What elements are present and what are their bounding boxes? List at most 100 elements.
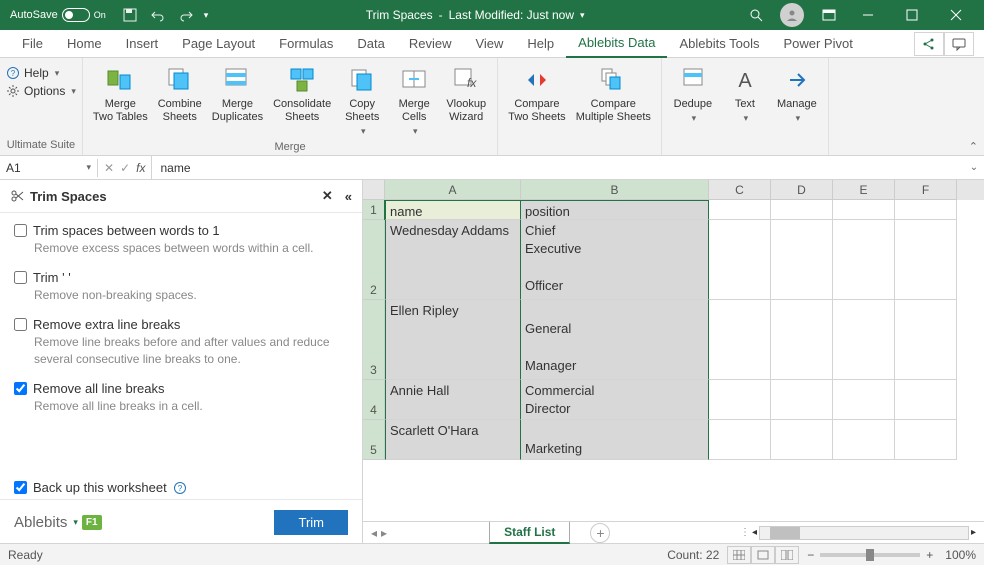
options-button[interactable]: Options▾: [6, 84, 76, 98]
tab-home[interactable]: Home: [55, 30, 114, 57]
column-header[interactable]: D: [771, 180, 833, 200]
spreadsheet-grid[interactable]: ABCDEF 1nameposition2Wednesday AddamsChi…: [363, 180, 984, 521]
fx-icon[interactable]: fx: [136, 161, 145, 175]
cell[interactable]: Chief Executive Officer: [521, 220, 709, 300]
trim-button[interactable]: Trim: [274, 510, 348, 535]
sheet-tab[interactable]: Staff List: [489, 522, 570, 544]
cell[interactable]: [833, 380, 895, 420]
ablebits-brand[interactable]: Ablebits▾ F1: [14, 514, 102, 531]
cell[interactable]: [709, 380, 771, 420]
option-2[interactable]: Remove extra line breaks: [14, 317, 348, 332]
maximize-button[interactable]: [892, 1, 932, 29]
cell[interactable]: [833, 200, 895, 220]
consolidate-sheets-button[interactable]: Consolidate Sheets: [269, 62, 335, 126]
tab-power-pivot[interactable]: Power Pivot: [771, 30, 864, 57]
cell[interactable]: Wednesday Addams: [385, 220, 521, 300]
cell[interactable]: [709, 220, 771, 300]
close-button[interactable]: [936, 1, 976, 29]
cell[interactable]: [771, 300, 833, 380]
cell[interactable]: [833, 220, 895, 300]
cell[interactable]: Scarlett O'Hara: [385, 420, 521, 460]
column-header[interactable]: E: [833, 180, 895, 200]
compare-multiple-sheets-button[interactable]: Compare Multiple Sheets: [572, 62, 655, 126]
share-button[interactable]: [914, 32, 944, 56]
combine-sheets-button[interactable]: Combine Sheets: [154, 62, 206, 126]
tab-review[interactable]: Review: [397, 30, 464, 57]
tab-ablebits-tools[interactable]: Ablebits Tools: [667, 30, 771, 57]
merge-two-tables-button[interactable]: Merge Two Tables: [89, 62, 152, 126]
page-break-view-icon[interactable]: [775, 546, 799, 564]
add-sheet-button[interactable]: +: [590, 523, 610, 543]
ribbon-display-options-icon[interactable]: [814, 8, 844, 22]
row-header[interactable]: 2: [363, 220, 385, 300]
collapse-ribbon-icon[interactable]: ⌃: [969, 140, 978, 153]
cell[interactable]: [895, 300, 957, 380]
cell[interactable]: [709, 420, 771, 460]
tab-help[interactable]: Help: [515, 30, 566, 57]
sheet-nav-next-icon[interactable]: ▸: [381, 526, 387, 540]
backup-checkbox[interactable]: Back up this worksheet ?: [14, 480, 348, 495]
text-button[interactable]: AText▾: [720, 62, 770, 126]
page-layout-view-icon[interactable]: [751, 546, 775, 564]
scroll-left-icon[interactable]: ◂: [752, 527, 757, 538]
row-header[interactable]: 5: [363, 420, 385, 460]
cell[interactable]: [833, 420, 895, 460]
enter-formula-icon[interactable]: ✓: [120, 161, 130, 175]
autosave-toggle[interactable]: AutoSave On: [4, 8, 112, 22]
cell[interactable]: Annie Hall: [385, 380, 521, 420]
cell[interactable]: [895, 220, 957, 300]
scroll-right-icon[interactable]: ▸: [971, 527, 976, 538]
vlookup-wizard-button[interactable]: fxVlookup Wizard: [441, 62, 491, 126]
tab-formulas[interactable]: Formulas: [267, 30, 345, 57]
row-header[interactable]: 3: [363, 300, 385, 380]
cell[interactable]: [709, 300, 771, 380]
zoom-slider[interactable]: [820, 553, 920, 557]
collapse-pane-icon[interactable]: «: [345, 189, 352, 204]
zoom-level[interactable]: 100%: [945, 548, 976, 562]
row-header[interactable]: 1: [363, 200, 385, 220]
help-button[interactable]: ?Help▾: [6, 66, 59, 80]
save-icon[interactable]: [120, 5, 140, 25]
zoom-out-icon[interactable]: −: [807, 548, 814, 562]
cell[interactable]: [895, 380, 957, 420]
cell[interactable]: [771, 380, 833, 420]
cell[interactable]: [709, 200, 771, 220]
name-box[interactable]: A1▾: [0, 159, 98, 177]
tab-data[interactable]: Data: [345, 30, 396, 57]
row-header[interactable]: 4: [363, 380, 385, 420]
user-avatar[interactable]: [780, 3, 804, 27]
comments-button[interactable]: [944, 32, 974, 56]
column-header[interactable]: B: [521, 180, 709, 200]
select-all-corner[interactable]: [363, 180, 385, 200]
compare-two-sheets-button[interactable]: Compare Two Sheets: [504, 62, 569, 126]
cell[interactable]: [771, 200, 833, 220]
column-header[interactable]: C: [709, 180, 771, 200]
option-0[interactable]: Trim spaces between words to 1: [14, 223, 348, 238]
tab-ablebits-data[interactable]: Ablebits Data: [566, 29, 667, 58]
formula-input[interactable]: name: [152, 159, 964, 177]
tab-file[interactable]: File: [10, 30, 55, 57]
tab-view[interactable]: View: [463, 30, 515, 57]
cell[interactable]: Commercial Director: [521, 380, 709, 420]
cell[interactable]: [771, 420, 833, 460]
undo-icon[interactable]: [148, 5, 168, 25]
copy-sheets-button[interactable]: Copy Sheets▾: [337, 62, 387, 139]
expand-formula-bar-icon[interactable]: ⌄: [964, 162, 984, 173]
manage-button[interactable]: Manage▾: [772, 62, 822, 126]
minimize-button[interactable]: [848, 1, 888, 29]
cell[interactable]: [771, 220, 833, 300]
help-icon[interactable]: ?: [173, 481, 187, 495]
close-pane-icon[interactable]: ✕: [322, 188, 333, 204]
column-header[interactable]: F: [895, 180, 957, 200]
cell[interactable]: [895, 420, 957, 460]
search-icon[interactable]: [742, 1, 770, 29]
tab-insert[interactable]: Insert: [114, 30, 171, 57]
redo-icon[interactable]: [176, 5, 196, 25]
dedupe-button[interactable]: Dedupe▾: [668, 62, 718, 126]
cell[interactable]: [895, 200, 957, 220]
normal-view-icon[interactable]: [727, 546, 751, 564]
option-3[interactable]: Remove all line breaks: [14, 381, 348, 396]
option-1[interactable]: Trim ' ': [14, 270, 348, 285]
zoom-in-icon[interactable]: +: [926, 548, 933, 562]
cell[interactable]: Ellen Ripley: [385, 300, 521, 380]
